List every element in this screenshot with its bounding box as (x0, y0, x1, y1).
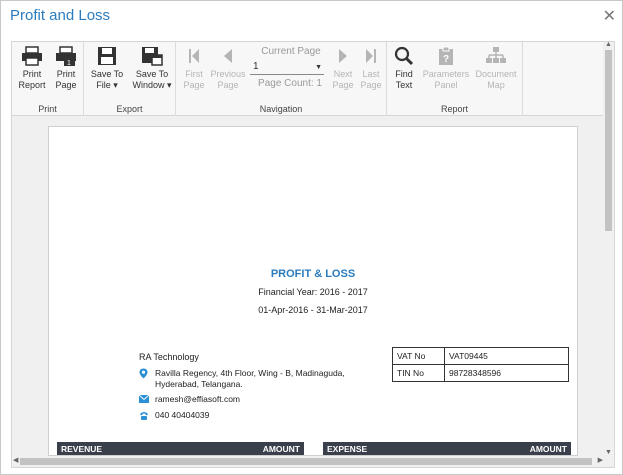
search-icon (394, 46, 414, 66)
table-row: TIN No 98728348596 (392, 364, 569, 382)
expense-header-label: EXPENSE (327, 444, 368, 454)
tax-info-table: VAT No VAT09445 TIN No 98728348596 (392, 347, 569, 382)
horizontal-scrollbar[interactable]: ◀ ▶ (12, 456, 614, 467)
scroll-left-icon[interactable]: ◀ (13, 456, 18, 464)
save-to-window-label: Save To Window ▾ (132, 69, 172, 90)
close-icon[interactable]: ✕ (603, 6, 616, 26)
tax-key: TIN No (392, 364, 445, 382)
current-page-label: Current Page (261, 46, 321, 57)
print-report-label: Print Report (18, 69, 46, 90)
revenue-amount-header: AMOUNT (262, 444, 300, 454)
navigation-group: First Page Previous Page Current Page 1 … (176, 42, 387, 116)
company-phone: 040 40404039 (155, 410, 210, 420)
export-group-label: Export (116, 104, 143, 114)
previous-page-label: Previous Page (210, 69, 246, 90)
current-page-select[interactable]: 1 ▼ (250, 61, 324, 75)
expense-header: EXPENSE AMOUNT (323, 442, 571, 455)
save-to-file-label: Save To File ▾ (90, 69, 124, 90)
company-email: ramesh@effiasoft.com (155, 394, 241, 404)
report-viewer: Print Report 1 Print Page Print Save To … (11, 41, 615, 468)
tax-key: VAT No (392, 347, 445, 365)
report-page: PROFIT & LOSS Financial Year: 2016 - 201… (48, 126, 578, 456)
last-page-icon (366, 49, 376, 63)
scroll-up-icon[interactable]: ▲ (605, 42, 612, 48)
previous-page-icon (224, 49, 232, 63)
save-to-file-button[interactable]: Save To File ▾ (88, 46, 126, 91)
phone-icon (140, 412, 148, 420)
print-page-label: Print Page (55, 69, 77, 90)
revenue-header: REVENUE AMOUNT (57, 442, 304, 455)
vertical-scroll-thumb[interactable] (605, 50, 612, 231)
address-line-1: Ravilla Regency, 4th Floor, Wing - B, Ma… (155, 368, 345, 378)
document-map-button[interactable]: Document Map (473, 46, 519, 91)
report-group-label: Report (440, 104, 468, 114)
expense-amount-header: AMOUNT (529, 444, 567, 454)
page-count: Page Count: 1 (258, 78, 322, 89)
find-text-label: Find Text (395, 69, 413, 90)
print-report-button[interactable]: Print Report (16, 46, 48, 91)
svg-text:1: 1 (67, 60, 71, 66)
horizontal-scroll-thumb[interactable] (20, 458, 592, 465)
save-window-icon (142, 47, 163, 66)
last-page-label: Last Page (360, 69, 382, 90)
last-page-button[interactable]: Last Page (358, 46, 384, 91)
tax-value: VAT09445 (444, 347, 569, 365)
title-bar: Profit and Loss ✕ (1, 1, 622, 33)
address-line-2: Hyderabad, Telangana. (155, 379, 243, 389)
report-group: Find Text ? Parameters Panel Document Ma… (387, 42, 523, 116)
chevron-down-icon: ▼ (315, 64, 322, 71)
scroll-right-icon[interactable]: ▶ (598, 456, 603, 464)
find-text-button[interactable]: Find Text (391, 46, 417, 91)
navigation-group-label: Navigation (259, 104, 303, 114)
parameters-panel-label: Parameters Panel (422, 69, 470, 90)
svg-text:?: ? (443, 54, 449, 65)
first-page-button[interactable]: First Page (180, 46, 208, 91)
toolbar-ribbon: Print Report 1 Print Page Print Save To … (12, 42, 604, 116)
tax-value: 98728348596 (444, 364, 569, 382)
email-icon (139, 395, 149, 403)
first-page-label: First Page (183, 69, 205, 90)
current-page-value: 1 (253, 61, 259, 72)
print-group-label: Print (38, 104, 57, 114)
report-title: PROFIT & LOSS (270, 268, 356, 280)
next-page-button[interactable]: Next Page (330, 46, 356, 91)
financial-year: Financial Year: 2016 - 2017 (258, 287, 368, 297)
vertical-scrollbar[interactable]: ▲ ▼ (603, 42, 614, 456)
save-to-window-button[interactable]: Save To Window ▾ (130, 46, 174, 91)
location-icon (139, 368, 148, 379)
print-group: Print Report 1 Print Page Print (12, 42, 84, 116)
table-row: VAT No VAT09445 (392, 347, 569, 365)
revenue-header-label: REVENUE (61, 444, 103, 454)
print-page-icon: 1 (56, 46, 76, 66)
company-name: RA Technology (139, 352, 199, 362)
previous-page-button[interactable]: Previous Page (210, 46, 246, 91)
document-map-icon (486, 47, 506, 63)
next-page-label: Next Page (332, 69, 354, 90)
next-page-icon (339, 49, 347, 63)
first-page-icon (189, 49, 199, 63)
print-page-button[interactable]: 1 Print Page (50, 46, 82, 91)
parameters-panel-button[interactable]: ? Parameters Panel (421, 46, 471, 91)
date-range: 01-Apr-2016 - 31-Mar-2017 (258, 305, 368, 315)
scroll-down-icon[interactable]: ▼ (605, 449, 612, 456)
printer-icon (22, 46, 42, 66)
save-icon (98, 47, 116, 65)
document-map-label: Document Map (475, 69, 517, 90)
report-window: Profit and Loss ✕ Print Report 1 Print P… (0, 0, 623, 475)
parameters-icon: ? (439, 46, 453, 65)
export-group: Save To File ▾ Save To Window ▾ Export (84, 42, 176, 116)
window-title: Profit and Loss (10, 7, 111, 24)
